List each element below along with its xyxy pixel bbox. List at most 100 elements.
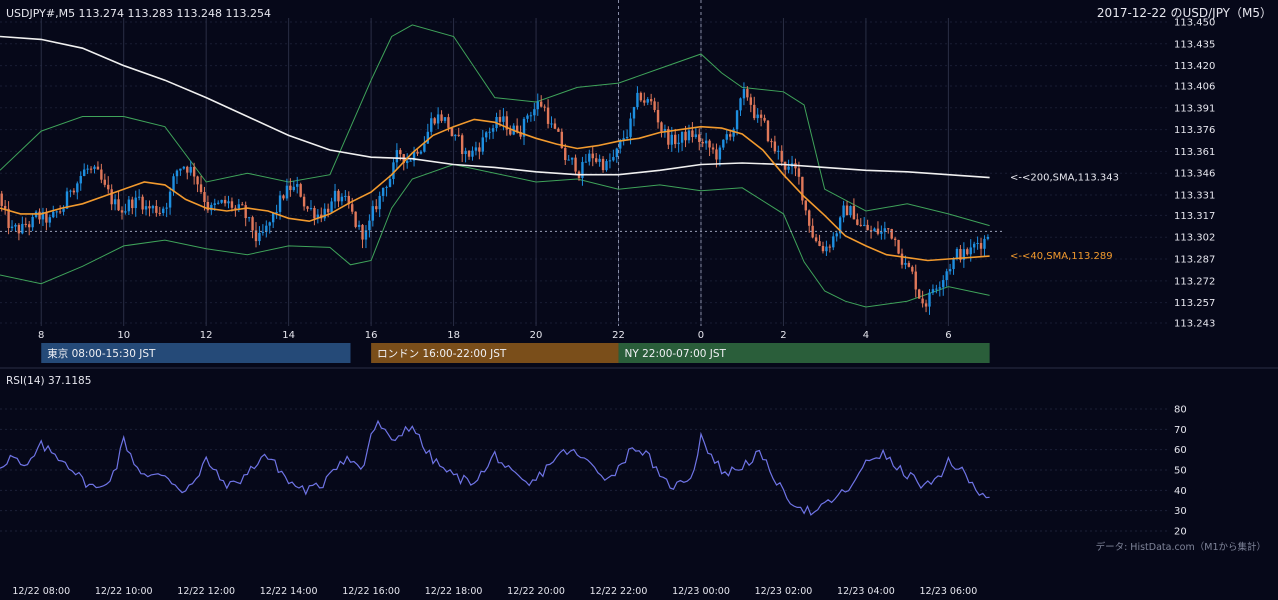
- price-tick-label: 113.420: [1174, 61, 1215, 72]
- candle-body: [289, 185, 292, 191]
- candle-body: [859, 224, 862, 226]
- candle-body: [302, 196, 306, 207]
- candle-body: [299, 184, 302, 197]
- rsi-tick-label: 80: [1174, 405, 1187, 416]
- candle-body: [759, 114, 763, 118]
- candle-body: [282, 195, 285, 199]
- candle-body: [643, 100, 646, 103]
- candle-body: [921, 298, 924, 304]
- rsi-tick-label: 70: [1174, 425, 1187, 436]
- candle-body: [168, 191, 172, 208]
- candle-body: [972, 243, 976, 248]
- candle-body: [416, 151, 419, 154]
- candle-body: [825, 246, 828, 252]
- candle-body: [399, 150, 402, 155]
- candle-body: [213, 203, 216, 205]
- price-x-tick-label: 8: [38, 330, 44, 341]
- candle-body: [917, 289, 921, 299]
- candle-body: [254, 230, 258, 242]
- candle-body: [749, 97, 753, 105]
- candle-body: [777, 150, 780, 152]
- candle-body: [172, 176, 175, 192]
- price-tick-label: 113.391: [1174, 103, 1215, 114]
- candle-body: [787, 166, 790, 170]
- sma40-label: <-<40,SMA,113.289: [1010, 251, 1113, 262]
- candle-body: [313, 207, 316, 219]
- candle-body: [89, 168, 93, 170]
- candle-body: [649, 99, 653, 102]
- candle-body: [196, 176, 199, 185]
- candle-body: [550, 123, 553, 125]
- time-tick-label: 12/23 00:00: [672, 586, 730, 597]
- candle-body: [474, 147, 478, 151]
- time-tick-label: 12/23 06:00: [920, 586, 978, 597]
- price-x-tick-label: 18: [447, 330, 460, 341]
- candle-body: [162, 208, 165, 213]
- candle-body: [344, 195, 347, 197]
- candle-body: [357, 224, 361, 227]
- candle-body: [715, 149, 718, 160]
- candle-body: [230, 201, 234, 208]
- candle-body: [979, 243, 983, 249]
- candle-body: [261, 231, 265, 233]
- candle-body: [543, 106, 546, 108]
- candle-body: [443, 117, 447, 121]
- candle-body: [151, 205, 155, 209]
- candle-body: [588, 153, 591, 162]
- candle-body: [124, 211, 127, 213]
- candle-body: [914, 271, 917, 290]
- candle-body: [296, 184, 299, 187]
- candle-body: [526, 115, 529, 119]
- price-tick-label: 113.376: [1174, 125, 1215, 136]
- source-note: データ: HistData.com（M1から集計）: [1096, 541, 1266, 553]
- candle-body: [333, 190, 337, 202]
- time-tick-label: 12/22 22:00: [590, 586, 648, 597]
- rsi-tick-label: 50: [1174, 466, 1187, 477]
- candle-body: [430, 118, 433, 132]
- candle-body: [371, 206, 375, 221]
- candle-body: [375, 206, 378, 210]
- candle-body: [601, 158, 605, 171]
- candle-body: [911, 266, 914, 272]
- candle-body: [945, 271, 948, 281]
- candle-body: [485, 132, 488, 138]
- price-x-tick-label: 12: [200, 330, 213, 341]
- candle-body: [323, 208, 326, 219]
- candle-body: [804, 200, 807, 211]
- candle-body: [31, 216, 34, 228]
- candle-body: [7, 208, 10, 229]
- candle-body: [395, 150, 399, 163]
- candle-body: [134, 197, 137, 209]
- candle-body: [574, 157, 577, 172]
- rsi-tick-label: 30: [1174, 506, 1187, 517]
- candle-body: [594, 158, 598, 162]
- candle-body: [62, 208, 65, 212]
- candle-body: [732, 129, 735, 137]
- session-label: NY 22:00-07:00 JST: [625, 348, 727, 360]
- price-x-tick-label: 10: [117, 330, 130, 341]
- candle-body: [835, 233, 838, 237]
- candle-body: [674, 134, 677, 145]
- candle-body: [660, 122, 663, 132]
- candle-body: [756, 114, 759, 119]
- candle-body: [275, 211, 278, 213]
- price-x-tick-label: 6: [945, 330, 951, 341]
- candle-body: [639, 92, 643, 101]
- candle-body: [79, 176, 82, 184]
- candle-body: [234, 207, 237, 209]
- candle-body: [72, 190, 76, 193]
- candle-body: [117, 199, 120, 211]
- candle-body: [608, 160, 612, 162]
- candle-body: [278, 195, 282, 212]
- price-tick-label: 113.302: [1174, 233, 1215, 244]
- candle-body: [52, 211, 55, 218]
- candle-body: [220, 199, 223, 203]
- candle-body: [69, 190, 72, 192]
- candle-body: [955, 248, 959, 259]
- candle-body: [615, 148, 619, 158]
- candle-body: [887, 228, 890, 230]
- time-tick-label: 12/22 18:00: [425, 586, 483, 597]
- price-x-tick-label: 16: [365, 330, 378, 341]
- candle-body: [605, 161, 608, 171]
- candle-body: [656, 109, 660, 123]
